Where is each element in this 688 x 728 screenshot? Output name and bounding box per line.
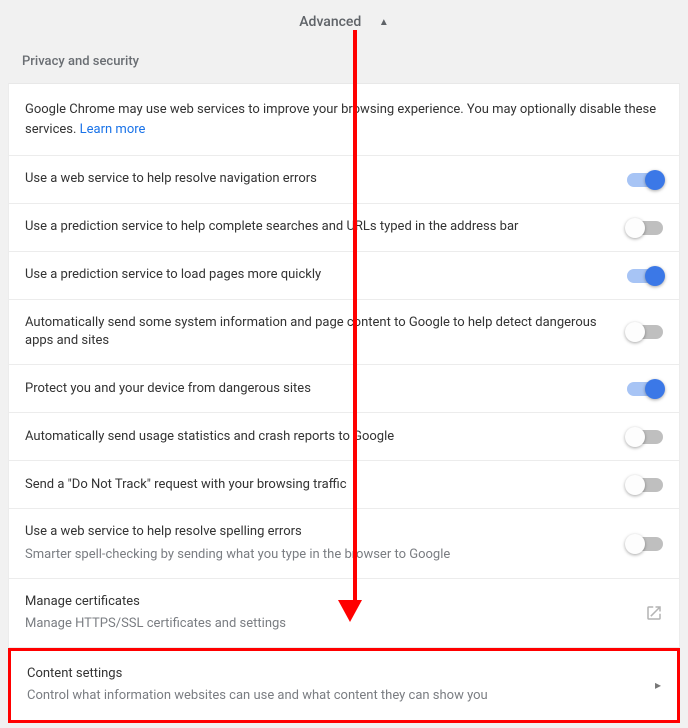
settings-panel: Google Chrome may use web services to im… (8, 83, 680, 648)
caret-up-icon: ▲ (379, 17, 389, 28)
row-sub: Smarter spell-checking by sending what y… (25, 546, 607, 564)
row-title: Use a prediction service to help complet… (25, 218, 607, 236)
toggle-do-not-track[interactable] (627, 478, 663, 492)
advanced-toggle[interactable]: Advanced ▲ (0, 0, 688, 48)
chevron-right-icon: ▸ (655, 678, 661, 692)
row-title: Use a web service to help resolve naviga… (25, 170, 607, 188)
setting-row-prediction-autocomplete[interactable]: Use a prediction service to help complet… (9, 204, 679, 252)
toggle-prediction-preload[interactable] (627, 269, 663, 283)
row-sub: Control what information websites can us… (27, 687, 635, 705)
setting-row-do-not-track[interactable]: Send a "Do Not Track" request with your … (9, 461, 679, 509)
toggle-navigation-errors[interactable] (627, 173, 663, 187)
section-title: Privacy and security (0, 48, 688, 83)
setting-row-content-settings[interactable]: Content settings Control what informatio… (8, 648, 680, 722)
setting-row-usage-stats[interactable]: Automatically send usage statistics and … (9, 413, 679, 461)
toggle-spelling[interactable] (627, 537, 663, 551)
setting-row-spelling[interactable]: Use a web service to help resolve spelli… (9, 509, 679, 578)
setting-row-safe-browsing[interactable]: Protect you and your device from dangero… (9, 365, 679, 413)
row-title: Use a prediction service to load pages m… (25, 266, 607, 284)
row-title: Content settings (27, 665, 635, 683)
row-title: Use a web service to help resolve spelli… (25, 523, 607, 541)
row-title: Manage certificates (25, 593, 625, 611)
advanced-label: Advanced (299, 14, 361, 30)
toggle-prediction-autocomplete[interactable] (627, 221, 663, 235)
toggle-usage-stats[interactable] (627, 430, 663, 444)
learn-more-link[interactable]: Learn more (80, 122, 146, 137)
setting-row-auto-send-info[interactable]: Automatically send some system informati… (9, 300, 679, 365)
setting-row-prediction-preload[interactable]: Use a prediction service to load pages m… (9, 252, 679, 300)
intro-row: Google Chrome may use web services to im… (9, 84, 679, 156)
row-title: Protect you and your device from dangero… (25, 380, 607, 398)
toggle-safe-browsing[interactable] (627, 382, 663, 396)
row-title: Send a "Do Not Track" request with your … (25, 476, 607, 494)
open-external-icon (645, 604, 663, 622)
setting-row-manage-certificates[interactable]: Manage certificates Manage HTTPS/SSL cer… (9, 579, 679, 648)
row-title: Automatically send usage statistics and … (25, 428, 607, 446)
toggle-auto-send-info[interactable] (627, 325, 663, 339)
setting-row-navigation-errors[interactable]: Use a web service to help resolve naviga… (9, 156, 679, 204)
row-sub: Manage HTTPS/SSL certificates and settin… (25, 615, 625, 633)
row-title: Automatically send some system informati… (25, 314, 607, 350)
